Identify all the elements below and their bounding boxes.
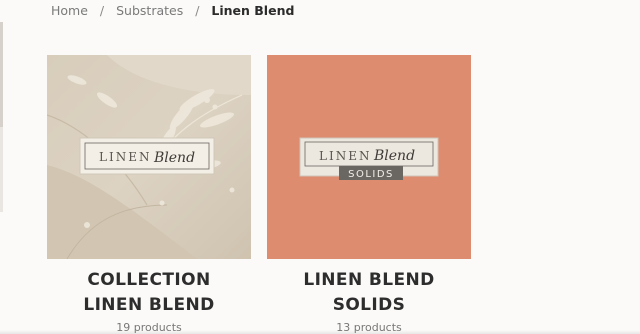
collection-card-linen-blend-solids[interactable]: LINEN Blend SOLIDS LINEN BLEND SOLIDS 13…: [267, 55, 471, 334]
bottom-edge-shadow: [0, 330, 640, 334]
linen-fabric-image: LINEN Blend: [47, 55, 251, 259]
breadcrumb-separator: /: [99, 3, 105, 18]
collection-image-linen-blend-solids[interactable]: LINEN Blend SOLIDS: [267, 55, 471, 259]
breadcrumb-separator: /: [195, 3, 200, 18]
blend-script-text: Blend: [373, 148, 415, 164]
breadcrumb: Home / Substrates / Linen Blend: [51, 3, 294, 18]
collection-title[interactable]: LINEN BLEND SOLIDS: [267, 268, 471, 318]
collection-card-linen-blend[interactable]: LINEN Blend COLLECTION LINEN BLEND 19 pr…: [47, 55, 251, 334]
collection-image-linen-blend[interactable]: LINEN Blend: [47, 55, 251, 259]
breadcrumb-home-link[interactable]: Home: [51, 3, 88, 18]
solids-fabric-image: LINEN Blend SOLIDS: [267, 55, 471, 259]
collection-title[interactable]: COLLECTION LINEN BLEND: [47, 268, 251, 318]
breadcrumb-current: Linen Blend: [211, 3, 295, 18]
linen-label-text: LINEN: [319, 149, 371, 163]
linen-label-text: LINEN: [99, 150, 151, 164]
solids-label-text: SOLIDS: [348, 169, 394, 180]
blend-script-text: Blend: [153, 150, 195, 166]
scrollbar-thumb[interactable]: [0, 22, 3, 127]
breadcrumb-substrates-link[interactable]: Substrates: [116, 3, 183, 18]
scrollbar[interactable]: [0, 22, 3, 212]
